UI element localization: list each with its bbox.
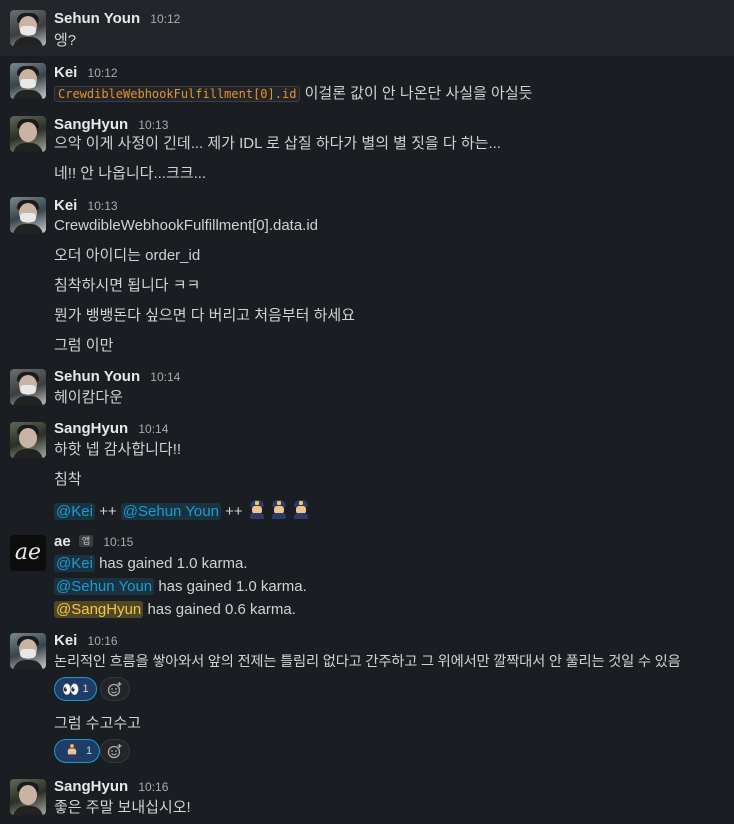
author-name[interactable]: Sehun Youn (54, 10, 140, 27)
app-badge: 앱 (78, 535, 94, 547)
message-text: CrewdibleWebhookFulfillment[0].id 이걸론 값이… (54, 83, 532, 105)
plus-plus-text: ++ (225, 503, 243, 520)
avatar[interactable]: ae (10, 535, 46, 571)
message-text: 논리적인 흐름을 쌓아와서 앞의 전제는 틀림리 없다고 간주하고 그 위에서만… (54, 654, 681, 670)
reaction-eyes[interactable]: 👀 1 (54, 677, 97, 701)
police-officer-emoji-group (247, 499, 311, 519)
message-text: 네!! 안 나옵니다...크크... (54, 165, 207, 182)
add-emoji-icon (107, 682, 122, 697)
message-text: CrewdibleWebhookFulfillment[0].data.id (54, 217, 319, 234)
author-name[interactable]: ae (54, 533, 71, 550)
police-officer-icon (269, 499, 289, 519)
message-text: 좋은 주말 보내십시오! (54, 799, 191, 816)
user-mention[interactable]: @Kei (54, 555, 95, 572)
reaction-police-officer[interactable]: 1 (54, 739, 101, 763)
message-text: 침착하시면 됩니다 ㅋㅋ (54, 277, 201, 294)
eyes-icon: 👀 (62, 681, 79, 697)
timestamp[interactable]: 10:13 (138, 118, 168, 132)
message-text: 엥? (54, 32, 77, 49)
author-name[interactable]: Sehun Youn (54, 368, 140, 385)
avatar[interactable] (10, 197, 46, 233)
user-mention[interactable]: @Sehun Youn (54, 578, 155, 595)
inline-code: CrewdibleWebhookFulfillment[0].id (54, 86, 301, 102)
author-name[interactable]: Kei (54, 64, 77, 81)
timestamp[interactable]: 10:15 (103, 535, 133, 549)
message: Sehun Youn 10:12 엥? (0, 0, 734, 56)
user-mention[interactable]: @Kei (54, 503, 95, 520)
message: SangHyun 10:13 으악 이게 사정이 긴데... 제가 IDL 로 … (0, 108, 734, 190)
karma-text: has gained 0.6 karma. (147, 601, 296, 618)
author-name[interactable]: SangHyun (54, 778, 128, 795)
message-text: 하핫 넵 감사합니다!! (54, 441, 182, 458)
avatar[interactable] (10, 422, 46, 458)
police-officer-icon (247, 499, 267, 519)
add-reaction-button[interactable] (100, 739, 130, 763)
karma-line: @Sehun Youn has gained 1.0 karma. (54, 576, 307, 598)
message-text: 오더 아이디는 order_id (54, 247, 201, 264)
timestamp[interactable]: 10:12 (150, 12, 180, 26)
reaction-count: 1 (82, 683, 89, 695)
police-officer-icon (291, 499, 311, 519)
message-text: 그럼 이만 (54, 337, 114, 354)
avatar[interactable] (10, 633, 46, 669)
author-name[interactable]: SangHyun (54, 116, 128, 133)
timestamp[interactable]: 10:16 (138, 780, 168, 794)
message: Kei 10:12 CrewdibleWebhookFulfillment[0]… (0, 56, 734, 108)
message: Kei 10:16 논리적인 흐름을 쌓아와서 앞의 전제는 틀림리 없다고 간… (0, 626, 734, 772)
avatar[interactable] (10, 116, 46, 152)
reaction-count: 1 (86, 745, 93, 757)
timestamp[interactable]: 10:16 (88, 634, 118, 648)
message: Sehun Youn 10:14 헤이캄다운 (0, 362, 734, 414)
karma-text: has gained 1.0 karma. (99, 555, 248, 572)
avatar[interactable] (10, 779, 46, 815)
karma-text: has gained 1.0 karma. (158, 578, 307, 595)
message-text: 침착 (54, 471, 82, 488)
karma-line: @Kei has gained 1.0 karma. (54, 553, 248, 575)
timestamp[interactable]: 10:12 (88, 66, 118, 80)
mentions-line: @Kei ++ @Sehun Youn ++ (54, 499, 311, 523)
timestamp[interactable]: 10:13 (88, 199, 118, 213)
plus-plus-text: ++ (99, 503, 117, 520)
author-name[interactable]: SangHyun (54, 420, 128, 437)
police-officer-icon (64, 743, 81, 760)
avatar[interactable] (10, 63, 46, 99)
message: ae ae 앱 10:15 @Kei has gained 1.0 karma.… (0, 530, 734, 626)
message-text-after-code: 이걸론 값이 안 나온단 사실을 아실듯 (304, 85, 533, 102)
self-mention[interactable]: @SangHyun (54, 601, 144, 618)
message: SangHyun 10:16 좋은 주말 보내십시오! (0, 772, 734, 824)
message-text: 으악 이게 사정이 긴데... 제가 IDL 로 삽질 하다가 별의 별 짓을 … (54, 135, 501, 152)
add-reaction-button[interactable] (100, 677, 130, 701)
message-text: 그럼 수고수고 (54, 715, 141, 732)
avatar[interactable] (10, 369, 46, 405)
add-emoji-icon (107, 744, 122, 759)
user-mention[interactable]: @Sehun Youn (120, 503, 221, 520)
timestamp[interactable]: 10:14 (138, 422, 168, 436)
karma-line: @SangHyun has gained 0.6 karma. (54, 599, 296, 621)
message-text: 뭔가 뱅뱅돈다 싶으면 다 버리고 처음부터 하세요 (54, 307, 356, 324)
timestamp[interactable]: 10:14 (150, 370, 180, 384)
author-name[interactable]: Kei (54, 197, 77, 214)
author-name[interactable]: Kei (54, 632, 77, 649)
message: Kei 10:13 CrewdibleWebhookFulfillment[0]… (0, 190, 734, 362)
message: SangHyun 10:14 하핫 넵 감사합니다!! 침착 @Kei ++ @… (0, 414, 734, 530)
avatar[interactable] (10, 10, 46, 46)
message-text: 헤이캄다운 (54, 389, 124, 406)
